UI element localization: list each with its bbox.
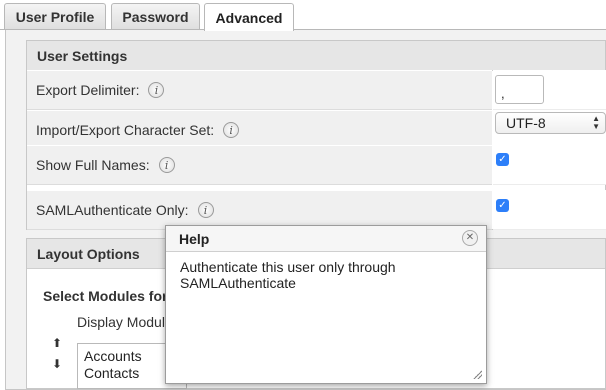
select-arrows-icon: ▲ ▼ (592, 114, 600, 131)
export-delimiter-label: Export Delimiter: i (27, 70, 492, 110)
charset-cell: UTF-8 ▲ ▼ (493, 110, 606, 150)
saml-only-label: SAMLAuthenticate Only: i (27, 190, 492, 230)
close-icon[interactable]: ✕ (462, 230, 478, 246)
show-full-names-text: Show Full Names: (36, 157, 150, 173)
charset-text: Import/Export Character Set: (36, 122, 215, 138)
arrow-up-icon[interactable]: ⬆ (52, 336, 62, 350)
arrow-down-icon[interactable]: ⬇ (52, 357, 62, 371)
charset-label: Import/Export Character Set: i (27, 110, 492, 150)
charset-value: UTF-8 (506, 115, 546, 131)
resize-grip-icon[interactable] (472, 369, 482, 379)
tab-password[interactable]: Password (111, 3, 200, 30)
help-dialog: Help ✕ Authenticate this user only throu… (165, 225, 487, 384)
info-icon[interactable]: i (148, 82, 165, 98)
saml-only-checkbox[interactable]: ✓ (496, 199, 509, 212)
charset-select[interactable]: UTF-8 ▲ ▼ (495, 112, 606, 134)
help-body: Authenticate this user only through SAML… (180, 259, 396, 291)
info-icon[interactable]: i (223, 122, 240, 138)
user-settings-title: User Settings (27, 41, 605, 71)
info-icon[interactable]: i (158, 157, 175, 173)
export-delimiter-cell: , (493, 70, 606, 110)
help-title-text: Help (179, 230, 210, 247)
export-delimiter-value: , (501, 86, 505, 101)
show-full-names-checkbox[interactable]: ✓ (496, 153, 509, 166)
show-full-names-label: Show Full Names: i (27, 145, 492, 185)
saml-only-cell: ✓ (493, 190, 606, 230)
display-modules-label: Display Module (77, 314, 173, 330)
select-modules-label: Select Modules for (43, 288, 168, 304)
info-icon[interactable]: i (197, 202, 214, 218)
help-title: Help (166, 226, 486, 252)
show-full-names-cell: ✓ (493, 145, 606, 185)
saml-only-text: SAMLAuthenticate Only: (36, 202, 189, 218)
export-delimiter-text: Export Delimiter: (36, 82, 140, 98)
tab-user-profile[interactable]: User Profile (4, 3, 106, 30)
export-delimiter-input[interactable]: , (495, 75, 544, 104)
tab-advanced[interactable]: Advanced (204, 3, 294, 31)
